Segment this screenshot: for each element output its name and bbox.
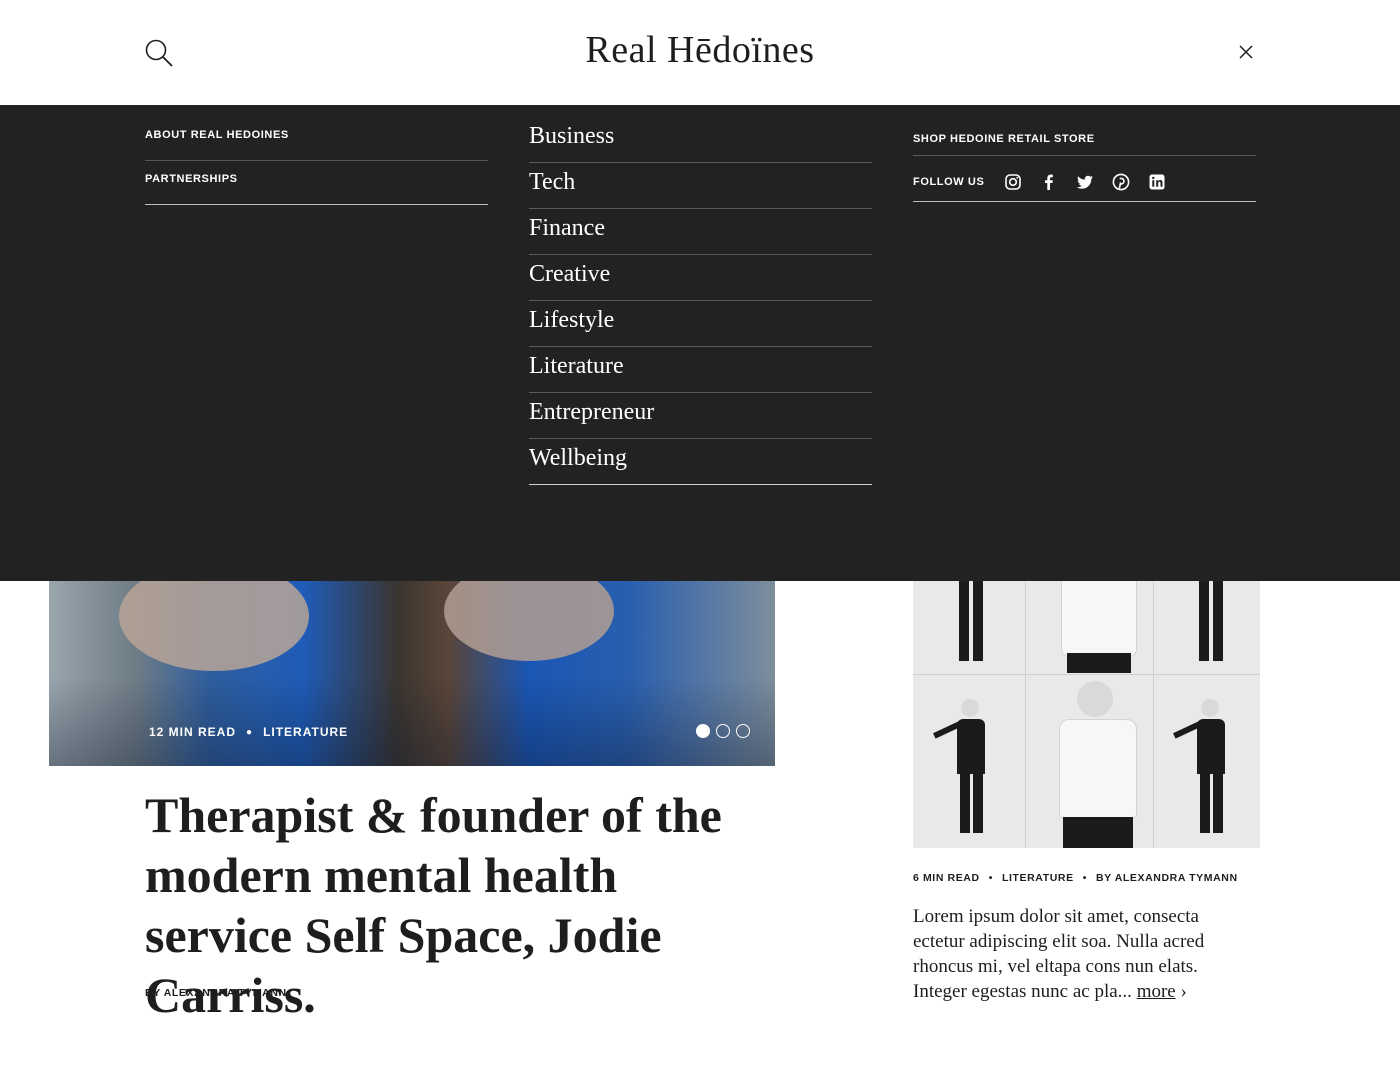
side-article-image[interactable] <box>913 581 1260 848</box>
side-byline[interactable]: BY ALEXANDRA TYMANN <box>1096 872 1238 884</box>
figure-torso <box>1197 719 1225 774</box>
figure-leg <box>1213 773 1223 833</box>
menu-shop-social: SHOP HEDOINE RETAIL STORE FOLLOW US <box>913 117 1256 202</box>
site-logo[interactable]: Real Hēdoïnes <box>0 28 1400 72</box>
about-link[interactable]: ABOUT REAL HEDOINES <box>145 117 488 161</box>
category-creative[interactable]: Creative <box>529 255 872 301</box>
partnerships-link[interactable]: PARTNERSHIPS <box>145 161 488 205</box>
hero-image-detail <box>119 581 309 671</box>
featured-hero-image[interactable]: 12 MIN READ ● LITERATURE <box>49 581 775 766</box>
carousel-dot-3[interactable] <box>736 724 750 738</box>
figure-leg <box>960 773 970 833</box>
figure-leg <box>1213 581 1223 661</box>
featured-byline[interactable]: BY ALEXANDRA TYMANN <box>145 987 287 999</box>
figure-leg <box>973 581 983 661</box>
figure-pants <box>1067 653 1131 673</box>
image-divider <box>1153 581 1154 848</box>
side-category[interactable]: LITERATURE <box>1002 872 1074 884</box>
carousel-pagination <box>696 724 750 738</box>
featured-meta: 12 MIN READ ● LITERATURE <box>149 725 348 739</box>
figure-head <box>1201 699 1219 717</box>
featured-read-time: 12 MIN READ <box>149 725 237 739</box>
figure-torso <box>957 719 985 774</box>
figure-leg <box>973 773 983 833</box>
category-finance[interactable]: Finance <box>529 209 872 255</box>
figure-head <box>1077 681 1113 717</box>
carousel-dot-1[interactable] <box>696 724 710 738</box>
side-article-excerpt: Lorem ipsum dolor sit amet, consecta ect… <box>913 904 1243 1004</box>
figure-leg <box>1200 773 1210 833</box>
figure-leg <box>1199 581 1209 661</box>
figure-pants <box>1063 817 1133 848</box>
more-link[interactable]: more <box>1137 981 1176 1002</box>
menu-categories: Business Tech Finance Creative Lifestyle… <box>529 117 872 485</box>
menu-secondary-links: ABOUT REAL HEDOINES PARTNERSHIPS <box>145 117 488 205</box>
image-divider <box>913 674 1260 675</box>
follow-us-row: FOLLOW US <box>913 156 1256 202</box>
figure-shirt <box>1061 581 1137 657</box>
category-literature[interactable]: Literature <box>529 347 872 393</box>
meta-separator: • <box>1082 872 1087 884</box>
linkedin-icon[interactable] <box>1148 173 1166 191</box>
featured-category[interactable]: LITERATURE <box>263 725 348 739</box>
pinterest-icon[interactable] <box>1112 173 1130 191</box>
side-read-time: 6 MIN READ <box>913 872 980 884</box>
facebook-icon[interactable] <box>1040 173 1058 191</box>
instagram-icon[interactable] <box>1004 173 1022 191</box>
category-business[interactable]: Business <box>529 117 872 163</box>
shop-store-link[interactable]: SHOP HEDOINE RETAIL STORE <box>913 117 1256 156</box>
follow-us-label: FOLLOW US <box>913 175 985 188</box>
category-wellbeing[interactable]: Wellbeing <box>529 439 872 485</box>
meta-separator: ● <box>246 726 254 738</box>
twitter-icon[interactable] <box>1076 173 1094 191</box>
side-article-meta: 6 MIN READ • LITERATURE • BY ALEXANDRA T… <box>913 872 1238 884</box>
category-tech[interactable]: Tech <box>529 163 872 209</box>
more-arrow[interactable]: › <box>1180 981 1186 1002</box>
meta-separator: • <box>988 872 993 884</box>
figure-head <box>961 699 979 717</box>
image-divider <box>1025 581 1026 848</box>
navigation-overlay: ABOUT REAL HEDOINES PARTNERSHIPS Busines… <box>0 105 1400 581</box>
hero-image-detail <box>444 581 614 661</box>
category-entrepreneur[interactable]: Entrepreneur <box>529 393 872 439</box>
site-header: Real Hēdoïnes <box>0 0 1400 105</box>
figure-leg <box>959 581 969 661</box>
hero-image-shade <box>49 676 775 766</box>
close-icon[interactable] <box>1234 40 1258 64</box>
carousel-dot-2[interactable] <box>716 724 730 738</box>
figure-shirt <box>1059 719 1137 819</box>
category-lifestyle[interactable]: Lifestyle <box>529 301 872 347</box>
